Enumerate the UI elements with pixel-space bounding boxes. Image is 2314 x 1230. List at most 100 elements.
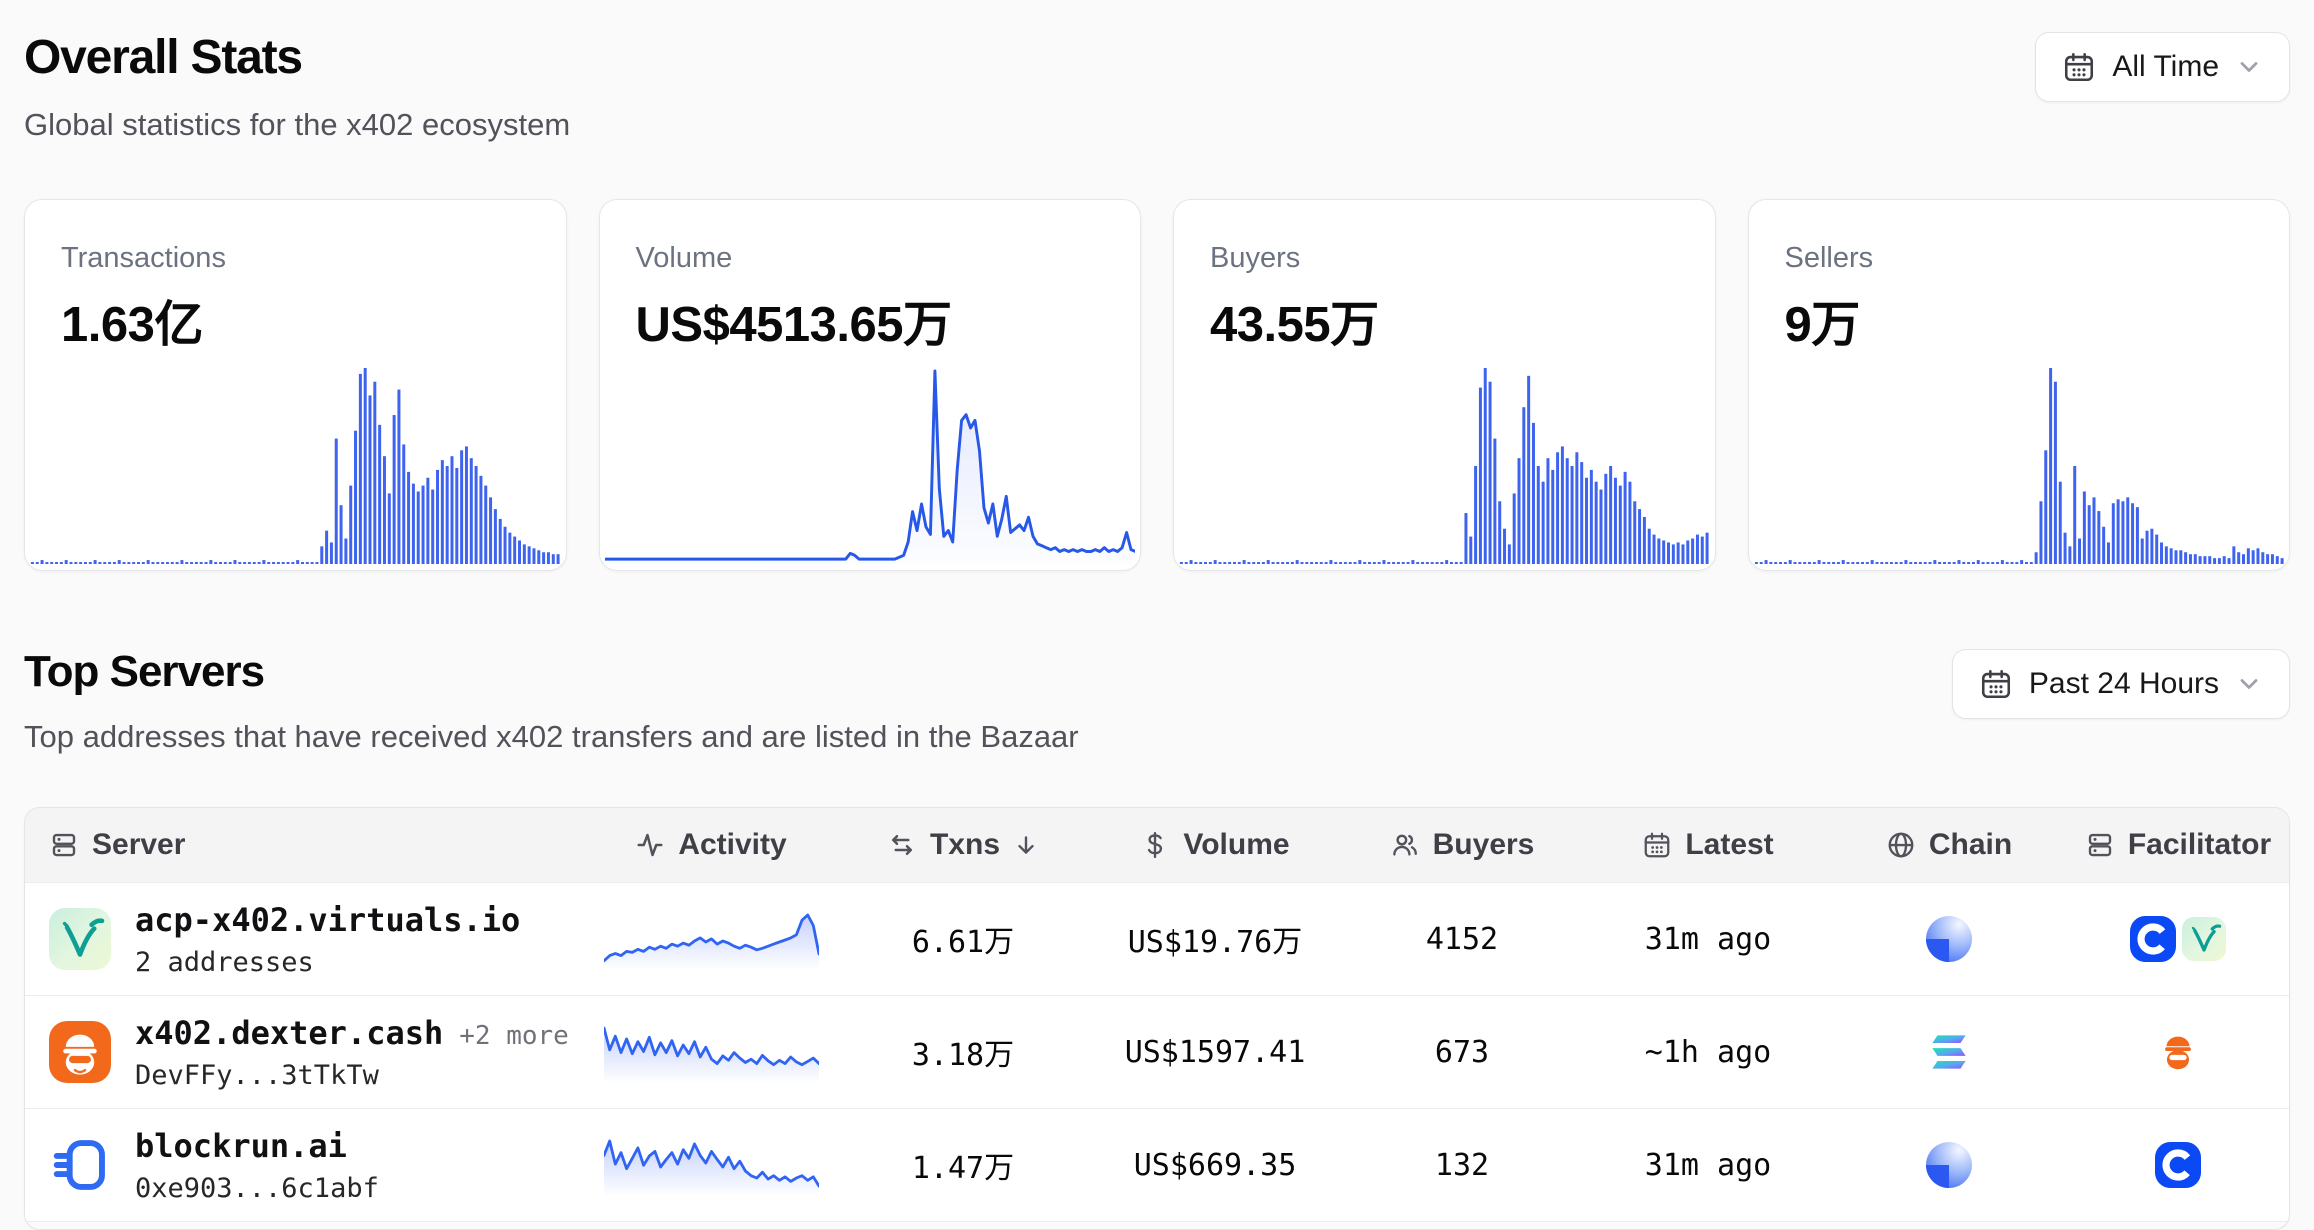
dexter-logo (49, 1021, 111, 1083)
facilitator-cell (2065, 1029, 2290, 1075)
chain-cell (1833, 1142, 2065, 1188)
stat-value: US$4513.65万 (600, 275, 1141, 356)
chain-cell (1833, 1033, 2065, 1071)
table-row-acp-x402-virtuals-io[interactable]: acp-x402.virtuals.io 2 addresses 6.61万 U… (25, 882, 2289, 995)
activity-cell (585, 908, 837, 970)
stat-label: Volume (600, 200, 1141, 275)
blockrun-logo-glyph (49, 1134, 111, 1196)
time-range-button-past-24-hours[interactable]: Past 24 Hours (1952, 649, 2290, 719)
server-cell: acp-x402.virtuals.io 2 addresses (25, 901, 585, 978)
buyers-cell: 673 (1341, 1035, 1583, 1070)
server-icon (2085, 830, 2115, 860)
coinbase-facilitator-icon (2155, 1142, 2201, 1188)
blockrun-logo (49, 1134, 111, 1196)
activity-icon (635, 830, 665, 860)
stat-value: 43.55万 (1174, 275, 1715, 356)
column-header-latest[interactable]: Latest (1583, 828, 1833, 862)
column-header-chain[interactable]: Chain (1833, 828, 2065, 862)
column-header-txns[interactable]: Txns (837, 828, 1089, 862)
dexter-facilitator-icon (2155, 1029, 2201, 1075)
column-header-activity[interactable]: Activity (585, 828, 837, 862)
volume-sparkline-chart (605, 364, 1136, 564)
buyers-cell: 132 (1341, 1148, 1583, 1183)
swap-arrows-icon (887, 830, 917, 860)
facilitator-cell (2065, 1142, 2290, 1188)
buyers-cell: 4152 (1341, 922, 1583, 957)
dollar-icon (1140, 830, 1170, 860)
latest-cell: ~1h ago (1583, 1035, 1833, 1070)
chain-cell (1833, 916, 2065, 962)
section-title: Top Servers (24, 647, 1079, 697)
server-name: blockrun.ai (135, 1127, 347, 1165)
top-servers-table: Server Activity Txns Volume Buyers L (24, 807, 2290, 1230)
server-addresses: DevFFy...3tTkTw (135, 1060, 569, 1091)
stat-card-sellers: Sellers 9万 (1748, 199, 2291, 571)
stat-label: Transactions (25, 200, 566, 275)
time-range-button-all-time[interactable]: All Time (2035, 32, 2290, 102)
table-row-x402-dexter-cash[interactable]: x402.dexter.cash +2 more DevFFy...3tTkTw… (25, 995, 2289, 1108)
chevron-down-icon (2235, 53, 2263, 81)
facilitator-cell (2065, 916, 2290, 962)
solana-chain-icon (1926, 1033, 1972, 1071)
coinbase-facilitator-icon (2130, 916, 2176, 962)
calendar-icon (1642, 830, 1672, 860)
chevron-down-icon (2235, 670, 2263, 698)
stat-label: Buyers (1174, 200, 1715, 275)
volume-cell: US$19.76万 (1089, 917, 1341, 961)
server-extra-count: +2 more (459, 1021, 569, 1051)
dashboard-page: Overall Stats Global statistics for the … (0, 0, 2314, 1230)
time-range-label: Past 24 Hours (2029, 667, 2219, 701)
table-row-blockrun-ai[interactable]: blockrun.ai 0xe903...6c1abf 1.47万 US$669… (25, 1108, 2289, 1221)
column-header-buyers[interactable]: Buyers (1341, 828, 1583, 862)
calendar-icon (2062, 50, 2096, 84)
stat-value: 1.63亿 (25, 275, 566, 356)
dexter-logo-glyph (49, 1021, 111, 1083)
activity-sparkline (604, 908, 819, 970)
users-icon (1390, 830, 1420, 860)
column-header-server[interactable]: Server (25, 828, 585, 862)
volume-cell: US$1597.41 (1089, 1035, 1341, 1070)
stat-card-buyers: Buyers 43.55万 (1173, 199, 1716, 571)
activity-cell (585, 1021, 837, 1083)
column-header-facilitator[interactable]: Facilitator (2065, 828, 2290, 862)
section-subtitle: Top addresses that have received x402 tr… (24, 719, 1079, 755)
transactions-sparkline-chart (30, 364, 561, 564)
table-header-row: Server Activity Txns Volume Buyers L (25, 808, 2289, 882)
overall-stats-header: Overall Stats Global statistics for the … (24, 30, 2290, 143)
server-addresses: 0xe903...6c1abf (135, 1173, 379, 1204)
stat-value: 9万 (1749, 275, 2290, 356)
server-name: x402.dexter.cash (135, 1014, 443, 1052)
txns-cell: 1.47万 (837, 1143, 1089, 1187)
server-addresses: 2 addresses (135, 947, 536, 978)
calendar-icon (1979, 667, 2013, 701)
activity-sparkline (604, 1021, 819, 1083)
server-name: acp-x402.virtuals.io (135, 901, 520, 939)
latest-cell: 31m ago (1583, 1148, 1833, 1183)
txns-cell: 3.18万 (837, 1030, 1089, 1074)
activity-cell (585, 1134, 837, 1196)
volume-cell: US$669.35 (1089, 1148, 1341, 1183)
globe-icon (1886, 830, 1916, 860)
stat-card-transactions: Transactions 1.63亿 (24, 199, 567, 571)
txns-cell: 6.61万 (837, 917, 1089, 961)
page-title: Overall Stats (24, 30, 570, 85)
page-subtitle: Global statistics for the x402 ecosystem (24, 107, 570, 143)
server-cell: blockrun.ai 0xe903...6c1abf (25, 1127, 585, 1204)
top-servers-header: Top Servers Top addresses that have rece… (24, 647, 2290, 755)
activity-sparkline (604, 1134, 819, 1196)
server-icon (49, 830, 79, 860)
stat-label: Sellers (1749, 200, 2290, 275)
stat-card-volume: Volume US$4513.65万 (599, 199, 1142, 571)
virtuals-facilitator-icon (2182, 917, 2226, 961)
table-row-partial (25, 1221, 2289, 1229)
buyers-sparkline-chart (1179, 364, 1710, 564)
stats-cards-grid: Transactions 1.63亿 Volume US$4513.65万 Bu… (24, 199, 2290, 571)
time-range-label: All Time (2112, 50, 2219, 84)
virtuals-logo (49, 908, 111, 970)
virtuals-logo-glyph (49, 908, 111, 970)
base-chain-icon (1926, 1142, 1972, 1188)
sort-desc-icon (1013, 832, 1039, 858)
server-cell: x402.dexter.cash +2 more DevFFy...3tTkTw (25, 1014, 585, 1091)
column-header-volume[interactable]: Volume (1089, 828, 1341, 862)
base-chain-icon (1926, 916, 1972, 962)
